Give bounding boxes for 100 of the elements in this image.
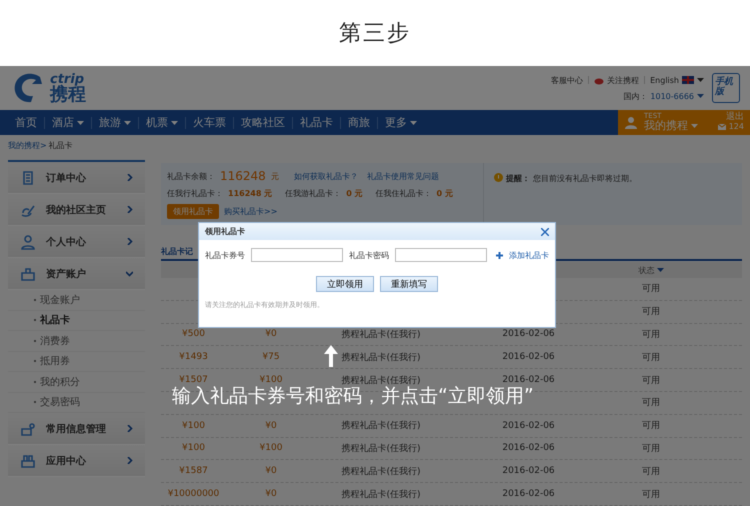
balance-cell: ¥100 (260, 443, 282, 454)
caret-icon (171, 120, 178, 124)
notice-text: 您目前没有礼品卡即将过期。 (533, 173, 637, 184)
status-cell-text: 可用 (642, 328, 660, 341)
warning-icon (494, 173, 503, 182)
date-cell: 2016-02-06 (502, 420, 555, 431)
instruction-caption: 输入礼品卡券号和密码，并点击“立即领用” (172, 384, 534, 409)
input-field[interactable] (395, 248, 487, 262)
caret-icon (697, 78, 704, 82)
subtotal-label: 任我行礼品卡： (167, 188, 223, 199)
status-cell-text: 可用 (642, 374, 660, 387)
nav-item[interactable]: 商旅 (341, 115, 377, 130)
nav-item[interactable]: 火车票 (186, 115, 233, 130)
caret-icon (77, 120, 84, 124)
sidebar-subitem[interactable]: 抵用券 (8, 352, 145, 372)
nav-item[interactable]: 首页 (8, 115, 44, 130)
sidebar-subitem[interactable]: 我的积分 (8, 372, 145, 392)
status-cell-text: 可用 (642, 466, 660, 478)
caret-icon (124, 120, 131, 124)
add-gift-card-link[interactable]: 添加礼品卡 (509, 250, 549, 260)
input-field[interactable] (251, 248, 343, 262)
nav-item[interactable]: 旅游 (92, 115, 138, 130)
balance-cell: ¥0 (265, 329, 277, 340)
header-link[interactable]: English (650, 76, 679, 84)
nav-item[interactable]: 礼品卡 (293, 115, 340, 130)
date-cell: 2016-02-06 (502, 466, 555, 476)
balance-cell: ¥75 (262, 352, 280, 362)
status-column-header[interactable]: 状态 (611, 264, 691, 276)
mobile-link[interactable]: 手机版 (712, 73, 740, 103)
card-type-cell: 携程礼品卡(任我行) (341, 330, 421, 340)
card-type-cell: 携程礼品卡(任我行) (341, 466, 421, 477)
subtotal-label: 任我住礼品卡： (376, 188, 432, 199)
amount-cell: ¥500 (182, 329, 205, 340)
status-cell-text: 可用 (642, 488, 660, 501)
logo-wordmark: ctrip (50, 72, 84, 86)
card-type-cell: 携程礼品卡(任我行) (341, 376, 421, 386)
logo-name: 携程 (50, 86, 86, 104)
date-cell: 2016-02-06 (502, 375, 555, 386)
flag-icon (682, 76, 694, 84)
date-cell: 2016-02-06 (502, 329, 555, 340)
card-type-cell: 携程礼品卡(任我行) (341, 421, 421, 432)
dialog-button[interactable]: 立即领用 (316, 276, 374, 292)
header-link[interactable]: 客服中心 (551, 74, 584, 86)
header-link[interactable]: 关注携程 (607, 74, 640, 86)
envelope-icon (718, 124, 726, 130)
sidebar-subitem[interactable]: 现金账户 (8, 290, 145, 310)
balance-unit: 元 (270, 170, 279, 182)
subtotal-value: 0 元 (436, 188, 453, 199)
sidebar-subitem[interactable]: 礼品卡 (8, 310, 145, 331)
my-ctrip-menu[interactable]: 我的携程 (644, 120, 688, 132)
field-label: 礼品卡密码 (349, 250, 389, 260)
balance-label: 礼品卡余额： (167, 170, 215, 182)
date-cell: 2016-02-06 (502, 443, 555, 454)
balance-cell: ¥0 (265, 420, 277, 431)
user-icon (624, 116, 638, 130)
subtotal-label: 任我游礼品卡： (285, 188, 342, 199)
dialog-button[interactable]: 重新填写 (380, 276, 438, 292)
breadcrumb-link[interactable]: 我的携程> (8, 140, 47, 150)
logout-link[interactable]: 退出 (726, 113, 744, 124)
amount-cell: ¥10000000 (168, 489, 220, 500)
notice-label: 提醒： (506, 173, 530, 184)
sidebar-icon (20, 266, 36, 282)
balance-amount: 116248 (220, 169, 266, 183)
nav-item[interactable]: 酒店 (45, 115, 91, 130)
step-title: 第三步 (339, 20, 411, 48)
hotline-label: 国内： (623, 90, 648, 102)
status-cell-text: 可用 (642, 283, 660, 296)
status-cell-text: 可用 (642, 352, 660, 364)
status-cell-text: 可用 (642, 442, 660, 455)
amount-cell: ¥100 (182, 420, 205, 431)
caret-icon (656, 268, 664, 272)
sidebar-icon (20, 170, 36, 186)
caret-icon (691, 124, 698, 128)
card-type-cell: 携程礼品卡(任我行) (341, 444, 421, 454)
arrow-up-icon (324, 345, 338, 367)
message-count[interactable]: 124 (728, 123, 744, 132)
hotline-number: 1010-6666 (650, 92, 694, 100)
field-label: 礼品卡券号 (205, 250, 245, 260)
help-link[interactable]: 如何获取礼品卡？ (294, 170, 358, 182)
nav-item[interactable]: 攻略社区 (234, 115, 292, 130)
nav-item[interactable]: 机票 (139, 115, 185, 130)
subtotal-value: 116248 元 (228, 188, 272, 199)
plus-icon (496, 252, 503, 258)
sidebar-icon (20, 452, 36, 468)
balance-cell: ¥100 (260, 375, 282, 386)
buy-gift-card-link[interactable]: 购买礼品卡>> (224, 206, 278, 217)
balance-cell: ¥0 (265, 489, 277, 500)
claim-gift-card-button[interactable]: 领用礼品卡 (167, 204, 219, 219)
card-type-cell: 携程礼品卡(任我行) (341, 490, 421, 500)
balance-cell: ¥0 (265, 466, 277, 476)
nav-item[interactable]: 更多 (378, 115, 424, 130)
close-icon[interactable] (541, 228, 549, 236)
help-link[interactable]: 礼品卡使用常见问题 (366, 170, 439, 182)
date-cell: 2016-02-06 (502, 352, 555, 362)
status-cell-text: 可用 (642, 306, 660, 318)
records-tab[interactable]: 礼品卡记 (161, 246, 193, 259)
dialog-title: 领用礼品卡 (205, 226, 245, 237)
breadcrumb-current: 礼品卡 (48, 140, 73, 150)
amount-cell: ¥1587 (179, 466, 208, 476)
sidebar-subitem[interactable]: 消费券 (8, 331, 145, 352)
